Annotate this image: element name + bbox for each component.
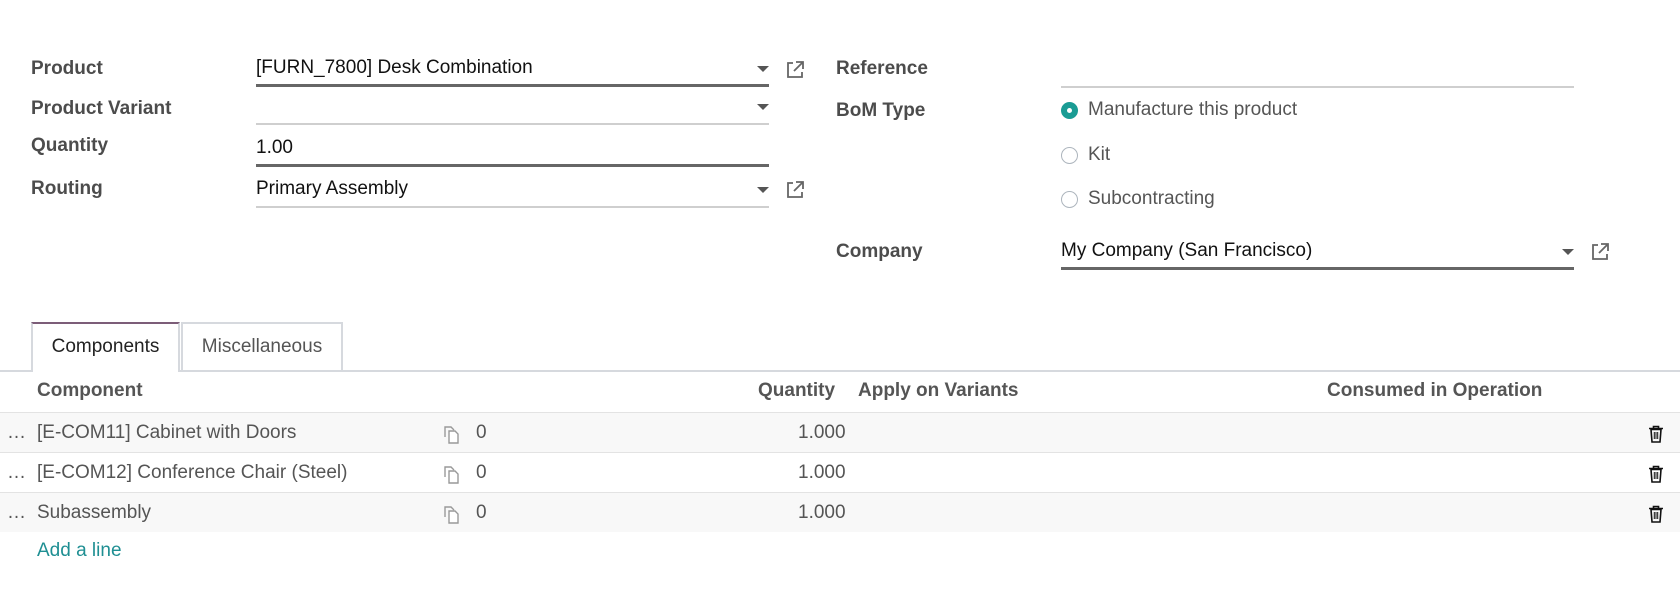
bom-type-label: BoM Type (836, 100, 926, 121)
documents-icon[interactable] (441, 464, 461, 484)
drag-handle-icon[interactable]: … (7, 413, 26, 453)
column-header-quantity[interactable]: Quantity (758, 380, 835, 402)
product-variant-label: Product Variant (31, 98, 172, 119)
bom-type-option-manufacture[interactable]: Manufacture this product (1061, 99, 1297, 121)
table-row[interactable]: … [E-COM11] Cabinet with Doors 0 1.000 (0, 412, 1680, 452)
table-row[interactable]: … Subassembly 0 1.000 (0, 492, 1680, 532)
table-row[interactable]: … [E-COM12] Conference Chair (Steel) 0 1… (0, 452, 1680, 492)
company-field[interactable]: My Company (San Francisco) (1061, 236, 1574, 270)
dropdown-caret-icon[interactable] (757, 187, 769, 193)
column-header-component[interactable]: Component (37, 380, 143, 402)
company-label: Company (836, 241, 923, 262)
component-name[interactable]: [E-COM11] Cabinet with Doors (37, 413, 296, 453)
dropdown-caret-icon[interactable] (757, 104, 769, 110)
quantity-value: 1.00 (256, 137, 293, 158)
documents-icon[interactable] (441, 504, 461, 524)
component-quantity[interactable]: 1.000 (798, 493, 846, 533)
product-field[interactable]: [FURN_7800] Desk Combination (256, 53, 769, 87)
external-link-icon[interactable] (785, 180, 805, 200)
trash-icon[interactable] (1648, 465, 1664, 483)
radio-checked-icon[interactable] (1061, 101, 1078, 119)
component-quantity[interactable]: 1.000 (798, 413, 846, 453)
radio-unchecked-icon[interactable] (1061, 146, 1078, 164)
documents-icon[interactable] (441, 424, 461, 444)
column-header-apply-on-variants[interactable]: Apply on Variants (858, 380, 1018, 402)
trash-icon[interactable] (1648, 505, 1664, 523)
company-value: My Company (San Francisco) (1061, 240, 1313, 261)
drag-handle-icon[interactable]: … (7, 453, 26, 493)
component-name[interactable]: [E-COM12] Conference Chair (Steel) (37, 453, 347, 493)
documents-count: 0 (476, 502, 487, 523)
tab-components[interactable]: Components (31, 322, 180, 372)
tab-miscellaneous[interactable]: Miscellaneous (181, 322, 343, 372)
routing-field[interactable]: Primary Assembly (256, 174, 769, 208)
radio-label: Subcontracting (1088, 188, 1215, 209)
product-variant-field[interactable] (256, 91, 769, 125)
drag-handle-icon[interactable]: … (7, 493, 26, 533)
bom-type-option-subcontracting[interactable]: Subcontracting (1061, 188, 1215, 210)
routing-value: Primary Assembly (256, 178, 409, 199)
documents-count: 0 (476, 462, 487, 483)
bom-type-option-kit[interactable]: Kit (1061, 144, 1110, 166)
add-a-line-link[interactable]: Add a line (37, 540, 122, 562)
product-value: [FURN_7800] Desk Combination (256, 57, 533, 78)
reference-label: Reference (836, 58, 928, 79)
dropdown-caret-icon[interactable] (1562, 249, 1574, 255)
quantity-field[interactable]: 1.00 (256, 133, 769, 167)
component-quantity[interactable]: 1.000 (798, 453, 846, 493)
dropdown-caret-icon[interactable] (757, 66, 769, 72)
external-link-icon[interactable] (1590, 242, 1610, 262)
reference-field[interactable] (1061, 54, 1574, 88)
quantity-label: Quantity (31, 135, 109, 156)
documents-count: 0 (476, 422, 487, 443)
product-label: Product (31, 58, 103, 79)
radio-unchecked-icon[interactable] (1061, 190, 1078, 208)
radio-label: Manufacture this product (1088, 99, 1298, 120)
component-name[interactable]: Subassembly (37, 493, 151, 533)
column-header-consumed-in-operation[interactable]: Consumed in Operation (1327, 380, 1542, 402)
external-link-icon[interactable] (785, 60, 805, 80)
trash-icon[interactable] (1648, 425, 1664, 443)
routing-label: Routing (31, 178, 103, 199)
radio-label: Kit (1088, 144, 1111, 165)
